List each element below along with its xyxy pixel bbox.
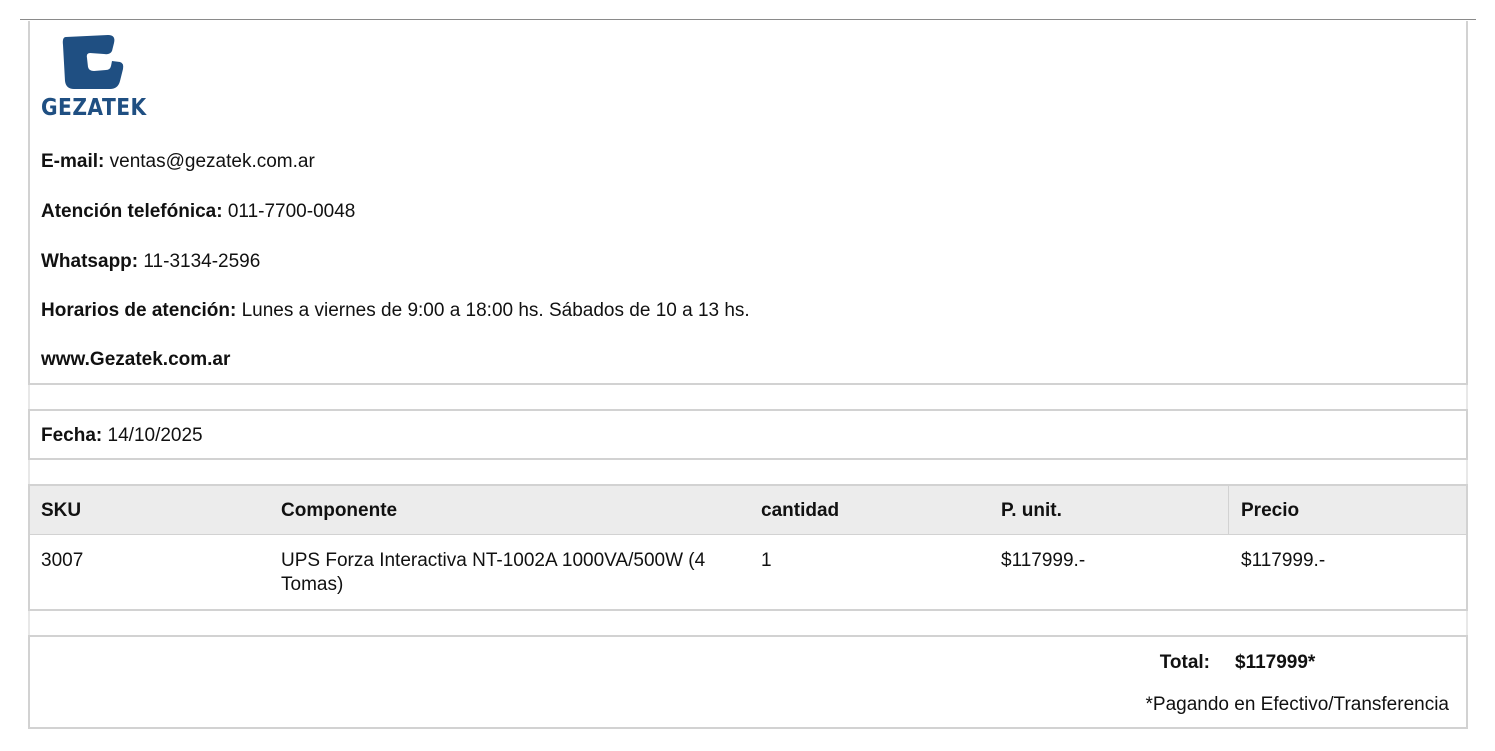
whatsapp-value: 11-3134-2596 — [138, 251, 261, 272]
header-componente: Componente — [281, 500, 398, 521]
hours-line: Horarios de atención: Lunes a viernes de… — [41, 300, 750, 322]
cell-cantidad: 1 — [761, 550, 772, 571]
total-value: $117999* — [1235, 652, 1316, 673]
gezatek-logo-icon — [62, 35, 124, 89]
totals-box: Total: $117999* *Pagando en Efectivo/Tra… — [28, 635, 1468, 729]
logo-text: GEZATEK — [41, 95, 147, 121]
date-line: Fecha: 14/10/2025 — [41, 425, 203, 447]
header-sku: SKU — [41, 500, 82, 521]
email-label: E-mail: — [41, 151, 105, 172]
column-divider — [1228, 486, 1229, 534]
table-header-row: SKU Componente cantidad P. unit. Precio — [30, 486, 1466, 535]
total-label: Total: — [1159, 652, 1210, 673]
header-p-unit: P. unit. — [1001, 500, 1062, 521]
items-table: SKU Componente cantidad P. unit. Precio … — [28, 484, 1468, 611]
website-link[interactable]: www.Gezatek.com.ar — [41, 349, 230, 370]
cell-precio: $117999.- — [1241, 550, 1326, 571]
date-label: Fecha: — [41, 425, 103, 446]
whatsapp-line: Whatsapp: 11-3134-2596 — [41, 251, 260, 273]
email-value[interactable]: ventas@gezatek.com.ar — [104, 151, 315, 172]
date-value: 14/10/2025 — [102, 425, 203, 446]
spacer — [28, 460, 1468, 484]
cell-componente: UPS Forza Interactiva NT-1002A 1000VA/50… — [281, 550, 706, 595]
cell-sku: 3007 — [41, 550, 84, 571]
spacer — [28, 385, 1468, 409]
phone-label: Atención telefónica: — [41, 201, 223, 222]
website-line: www.Gezatek.com.ar — [41, 349, 230, 371]
whatsapp-label: Whatsapp: — [41, 251, 139, 272]
company-logo: GEZATEK — [40, 33, 150, 123]
company-info-box: GEZATEK E-mail: ventas@gezatek.com.ar At… — [28, 21, 1468, 385]
hours-value: Lunes a viernes de 9:00 a 18:00 hs. Sába… — [236, 300, 750, 321]
top-divider — [20, 19, 1476, 20]
spacer — [28, 611, 1468, 635]
date-box: Fecha: 14/10/2025 — [28, 409, 1468, 460]
header-cantidad: cantidad — [761, 500, 840, 521]
hours-label: Horarios de atención: — [41, 300, 237, 321]
payment-note: *Pagando en Efectivo/Transferencia — [1145, 694, 1449, 715]
cell-p-unit: $117999.- — [1001, 550, 1086, 571]
email-line: E-mail: ventas@gezatek.com.ar — [41, 151, 315, 173]
phone-line: Atención telefónica: 011-7700-0048 — [41, 201, 355, 223]
header-precio: Precio — [1241, 500, 1300, 521]
phone-value: 011-7700-0048 — [222, 201, 356, 222]
